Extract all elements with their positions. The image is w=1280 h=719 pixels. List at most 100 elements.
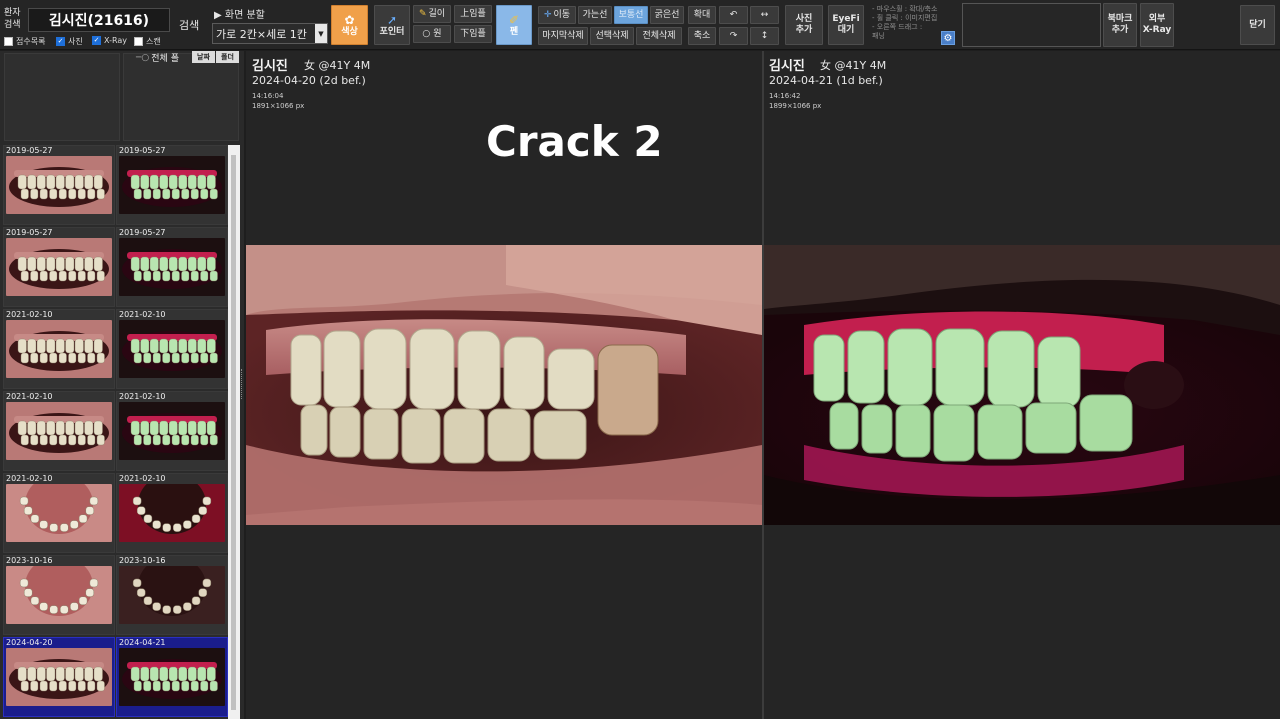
thumbnail-list: 2019-05-27 2019-05-27 2019-05-27 2019-05-27… [0,145,228,719]
patient-sex-age: 女 @41Y 4M [820,59,887,72]
delete-selected-button[interactable]: 선택삭제 [590,27,634,45]
photo-time: 14:16:42 [769,92,801,100]
thumbnail-cell[interactable]: 2019-05-27 [3,227,115,307]
lower-implant-button[interactable]: 下임플 [454,25,492,43]
intraoral-photo-fluorescence[interactable] [764,245,1280,525]
delete-last-button[interactable]: 마지막삭제 [538,27,588,45]
photo-date: 2024-04-21 (1d bef.) [769,74,883,87]
thumbnail-cell[interactable]: 2021-02-10 [116,391,228,471]
split-select[interactable]: 가로 2칸×세로 1칸 ▼ [212,23,328,44]
viewer-right[interactable]: 김시진 女 @41Y 4M 2024-04-21 (1d bef.) 14:16… [764,51,1280,719]
thumbnail-cell[interactable]: 2021-02-10 [3,309,115,389]
thumbnail-cell[interactable]: 2019-05-27 [116,227,228,307]
thumbnail-image [119,156,225,214]
thumbnail-cell[interactable]: 2024-04-21 [116,637,228,717]
thin-line-button[interactable]: 가는선 [578,6,612,24]
move-icon: ✛ [543,9,552,20]
length-button[interactable]: ✎ 길이 [413,5,451,23]
thumbnail-date: 2021-02-10 [119,392,166,401]
thumbnail-cell[interactable]: 2021-02-10 [3,391,115,471]
checkbox-box: ✓ [56,37,65,46]
thumbnail-cell[interactable]: 2021-02-10 [116,473,228,553]
memo-box[interactable] [962,3,1101,47]
sort-by-date-button[interactable]: 날짜 [192,51,215,63]
thumbnail-cell[interactable]: 2023-10-16 [116,555,228,635]
tree-branch-icon: ─○ [136,52,150,63]
flip-horizontal-button[interactable]: ↔ [750,6,779,24]
checkbox-box: ✓ [92,36,101,45]
pointer-icon: ➚ [386,12,398,27]
zoom-in-button[interactable]: 확대 [688,6,716,24]
thumbnail-date: 2019-05-27 [6,146,53,155]
split-label: ▶ 화면 분할 [214,10,265,21]
checkbox-scan[interactable]: 스캔 [134,36,161,47]
intraoral-photo-normal[interactable] [246,245,762,525]
checkbox-xray[interactable]: ✓ X-Ray [92,36,127,45]
sort-by-folder-button[interactable]: 폴더 [216,51,239,63]
zoom-out-button[interactable]: 축소 [688,27,716,45]
patient-name: 김시진 [769,59,805,74]
external-xray-button[interactable]: 외부 X-Ray [1140,3,1174,47]
checkbox-box [134,37,143,46]
thumbnail-image [119,566,225,624]
thumbnail-cell[interactable]: 2023-10-16 [3,555,115,635]
color-button[interactable]: ✿ 색상 [331,5,368,45]
help-line: - 마우스휠 : 확대/축소 [872,5,938,13]
eyefi-wait-button[interactable]: EyeFi 대기 [828,5,864,45]
move-button[interactable]: ✛ 이동 [538,6,576,24]
close-button[interactable]: 닫기 [1240,5,1275,45]
thumbnail-cell[interactable]: 2019-05-27 [3,145,115,225]
overlay-annotation: Crack 2 [486,117,663,166]
thick-line-button[interactable]: 굵은선 [650,6,684,24]
delete-all-button[interactable]: 전체삭제 [636,27,682,45]
palette-icon: ✿ [344,12,355,27]
thumbnail-cell[interactable]: 2024-04-20 [3,637,115,717]
thumbnail-cell[interactable]: 2021-02-10 [3,473,115,553]
patient-sex-age: 女 @41Y 4M [304,59,371,72]
splitter-grip[interactable] [241,369,243,399]
circle-button[interactable]: ○ 원 [413,25,451,43]
thumbnail-date: 2021-02-10 [119,310,166,319]
thumbnail-date: 2024-04-21 [119,638,166,647]
flip-horizontal-icon: ↔ [760,9,769,20]
flip-vertical-button[interactable]: ↕ [750,27,779,45]
thumbnail-scrollbar[interactable] [228,145,240,719]
all-folders-toggle[interactable]: ─○ 전체 폴 [136,51,179,65]
dental-image-viewer-app: 환자 검색 김시진(21616) 검색 ▶ 화면 분할 가로 2칸×세로 1칸 … [0,0,1280,719]
chevron-down-icon: ▼ [315,24,327,43]
thumbnail-image [119,402,225,460]
viewer-left[interactable]: 김시진 女 @41Y 4M 2024-04-20 (2d bef.) 14:16… [246,51,762,719]
thumbnail-date: 2023-10-16 [6,556,53,565]
flip-vertical-icon: ↕ [760,30,769,41]
photo-size: 1899×1066 px [769,102,822,110]
thumbnail-image [6,238,112,296]
thumbnail-image [6,566,112,624]
add-photo-button[interactable]: 사진 추가 [785,5,823,45]
rotate-right-button[interactable]: ↷ [719,27,748,45]
split-select-value: 가로 2칸×세로 1칸 [216,27,307,41]
pen-button[interactable]: ✐ 펜 [496,5,532,45]
thumbnail-image [6,648,112,706]
thumbnail-cell[interactable]: 2021-02-10 [116,309,228,389]
thumbnail-image [119,320,225,378]
pointer-button[interactable]: ➚ 포인터 [374,5,410,45]
checkbox-label: 접수목록 [16,37,46,46]
bookmark-add-button[interactable]: 북마크 추가 [1103,3,1137,47]
normal-line-button[interactable]: 보통선 [614,6,648,24]
intraoral-photo-drawing [246,245,762,525]
top-toolbar: 환자 검색 김시진(21616) 검색 ▶ 화면 분할 가로 2칸×세로 1칸 … [0,0,1280,50]
rotate-left-button[interactable]: ↶ [719,6,748,24]
thumbnail-image [6,484,112,542]
thumbnail-date: 2019-05-27 [119,146,166,155]
upper-implant-button[interactable]: 上임플 [454,5,492,23]
settings-gear-button[interactable]: ⚙ [941,31,955,45]
scrollbar-thumb[interactable] [231,155,236,710]
search-button[interactable]: 검색 [179,17,199,33]
gear-icon: ⚙ [943,32,953,44]
patient-name-display[interactable]: 김시진(21616) [28,8,170,32]
thumbnail-date: 2021-02-10 [6,392,53,401]
checkbox-reception-list[interactable]: 접수목록 [4,36,45,47]
checkbox-photo[interactable]: ✓ 사진 [56,36,83,47]
rotate-left-icon: ↶ [729,9,738,20]
thumbnail-cell[interactable]: 2019-05-27 [116,145,228,225]
